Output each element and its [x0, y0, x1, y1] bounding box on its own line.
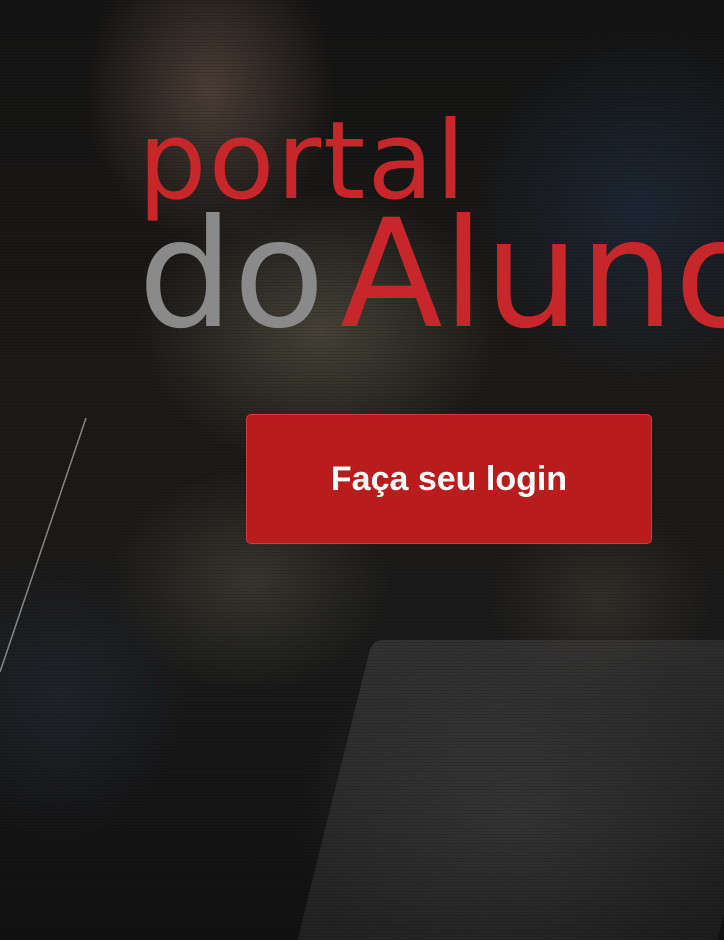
login-button-label: Faça seu login — [330, 459, 568, 498]
login-screen: portal do Aluno Faça seu login — [0, 0, 724, 940]
logo-word-aluno: Aluno — [340, 188, 724, 362]
portal-do-aluno-logo: portal do Aluno — [0, 0, 724, 360]
logo-word-do: do — [138, 188, 325, 362]
login-button[interactable]: Faça seu login — [246, 414, 652, 544]
